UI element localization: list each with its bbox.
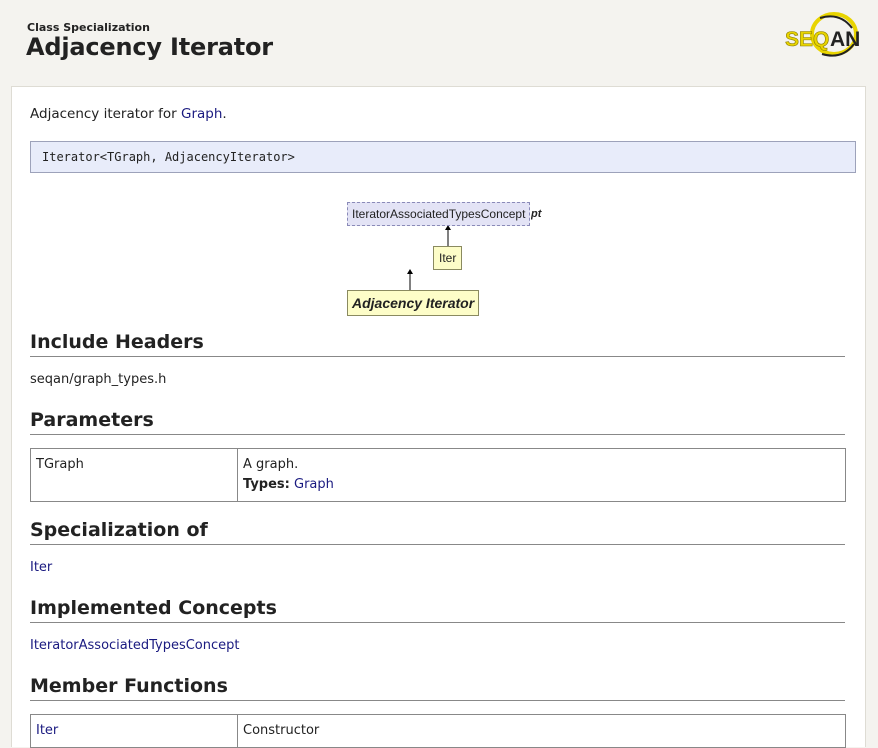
parameter-name: TGraph <box>30 448 238 502</box>
page-title: Adjacency Iterator <box>26 33 273 61</box>
logo-text-seq: SEQ <box>785 28 829 51</box>
diagram-node-iter[interactable]: Iter <box>433 246 463 270</box>
implemented-concepts-heading: Implemented Concepts <box>30 596 845 623</box>
seqan-logo-icon: SEQ AN <box>785 12 860 57</box>
implemented-concepts-value: IteratorAssociatedTypesConcept <box>30 638 240 653</box>
diagram-node-self: Adjacency Iterator <box>347 290 480 316</box>
seqan-logo[interactable]: SEQ AN <box>782 10 864 62</box>
arrowhead-self-to-iter <box>407 269 413 274</box>
specialization-of-heading: Specialization of <box>30 518 845 545</box>
table-row: TGraph A graph. Types: Graph <box>30 448 846 502</box>
content-panel: Adjacency iterator for Graph. Iterator<T… <box>11 86 866 748</box>
include-headers-value: seqan/graph_types.h <box>30 372 167 387</box>
parameters-table: TGraph A graph. Types: Graph <box>30 448 846 502</box>
inheritance-diagram: IteratorAssociatedTypesConcept pt Iter A… <box>12 187 865 327</box>
summary-suffix: . <box>222 106 227 122</box>
include-headers-heading: Include Headers <box>30 330 845 357</box>
diagram-node-concept[interactable]: IteratorAssociatedTypesConcept <box>347 202 531 226</box>
member-function-description: Constructor <box>237 714 846 748</box>
logo-text-an: AN <box>830 28 860 51</box>
table-row: Iter Constructor <box>30 714 846 748</box>
summary-text: Adjacency iterator for Graph. <box>30 106 227 122</box>
diagram-node-concept-overflow: pt <box>531 208 542 220</box>
page-header: Class Specialization Adjacency Iterator … <box>0 0 878 80</box>
signature-box: Iterator<TGraph, AdjacencyIterator> <box>30 141 856 173</box>
types-label: Types: <box>243 477 290 492</box>
summary-prefix: Adjacency iterator for <box>30 106 181 122</box>
parameter-description: A graph. <box>243 457 299 472</box>
concept-link[interactable]: IteratorAssociatedTypesConcept <box>30 638 240 653</box>
summary-graph-link[interactable]: Graph <box>181 106 222 122</box>
member-functions-table: Iter Constructor <box>30 714 846 748</box>
specialization-of-value: Iter <box>30 560 52 575</box>
member-function-name-cell: Iter <box>30 714 238 748</box>
types-graph-link[interactable]: Graph <box>294 477 334 492</box>
specialization-iter-link[interactable]: Iter <box>30 560 52 575</box>
parameter-types: Types: Graph <box>243 475 840 495</box>
parameter-description-cell: A graph. Types: Graph <box>237 448 846 502</box>
parameters-heading: Parameters <box>30 408 845 435</box>
member-functions-heading: Member Functions <box>30 674 845 701</box>
